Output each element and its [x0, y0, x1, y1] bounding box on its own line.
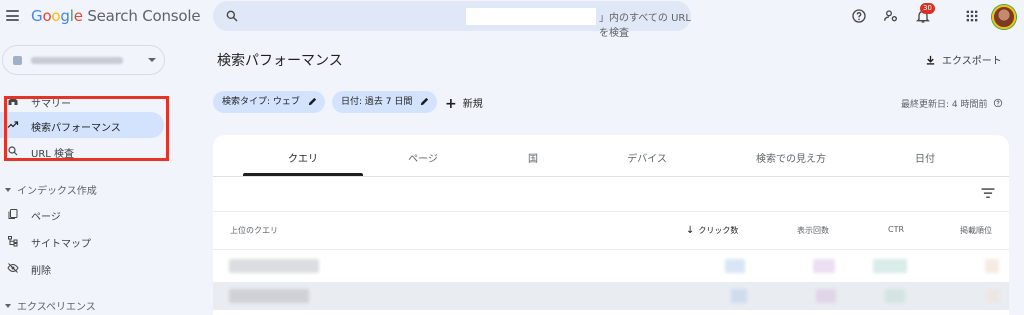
search-icon — [226, 10, 238, 22]
tab-dates[interactable]: 日付 — [865, 150, 985, 165]
column-header-ctr[interactable]: CTR — [888, 225, 904, 234]
table-row[interactable] — [213, 252, 1009, 280]
help-icon[interactable] — [993, 98, 1003, 108]
plus-icon: + — [445, 96, 457, 112]
position-cell-redacted — [987, 289, 999, 303]
product-name: Search Console — [87, 7, 201, 25]
tab-queries[interactable]: クエリ — [243, 150, 363, 165]
impressions-cell-redacted — [816, 289, 836, 303]
tab-search-appearance[interactable]: 検索での見え方 — [731, 150, 851, 165]
sidebar-item-pages[interactable]: ページ — [0, 201, 164, 227]
property-favicon — [13, 56, 22, 65]
add-filter-button[interactable]: + 新規 — [445, 95, 483, 112]
download-icon — [926, 55, 935, 65]
column-header-impressions[interactable]: 表示回数 — [797, 225, 829, 236]
export-button[interactable]: エクスポート — [925, 52, 1002, 67]
notification-badge: 30 — [920, 3, 935, 14]
apps-icon[interactable] — [964, 8, 980, 24]
filter-rows-icon[interactable] — [981, 187, 995, 199]
caret-down-icon — [5, 188, 11, 192]
arrow-down-icon: ↓ — [686, 225, 695, 236]
query-cell-redacted — [229, 289, 309, 303]
impressions-cell-redacted — [813, 259, 835, 273]
pages-icon — [8, 209, 18, 219]
query-cell-redacted — [229, 259, 319, 273]
property-selector[interactable] — [2, 45, 165, 75]
filter-chip-search-type[interactable]: 検索タイプ: ウェブ — [213, 91, 325, 113]
property-name-redacted — [31, 57, 123, 64]
column-header-clicks[interactable]: ↓ クリック数 — [686, 225, 738, 236]
divider — [213, 249, 1009, 250]
divider — [213, 176, 1009, 177]
sidebar-section-index[interactable]: インデックス作成 — [5, 182, 97, 197]
clicks-cell-redacted — [725, 259, 745, 273]
visibility-off-icon — [7, 263, 19, 273]
sidebar-item-removals[interactable]: 削除 — [0, 255, 164, 281]
report-card: クエリ ページ 国 デバイス 検索での見え方 日付 上位のクエリ ↓ クリック数 … — [213, 135, 1009, 315]
search-input-redacted[interactable] — [466, 8, 596, 25]
menu-icon[interactable] — [6, 10, 19, 21]
annotation-highlight-box — [4, 96, 169, 161]
edit-icon[interactable] — [419, 96, 430, 107]
table-row[interactable] — [213, 282, 1009, 310]
chevron-down-icon — [148, 58, 156, 62]
edit-icon[interactable] — [307, 96, 318, 107]
sidebar-section-experience[interactable]: エクスペリエンス — [5, 298, 96, 313]
help-icon[interactable] — [851, 8, 867, 24]
caret-down-icon — [5, 304, 11, 308]
column-header-query[interactable]: 上位のクエリ — [230, 225, 278, 236]
ctr-cell-redacted — [885, 289, 905, 303]
top-bar: Google Search Console 」内のすべての URL を検査 30 — [0, 0, 1024, 39]
tab-pages[interactable]: ページ — [363, 150, 483, 165]
manage-account-icon[interactable] — [883, 8, 899, 24]
search-placeholder: 」内のすべての URL を検査 — [599, 13, 691, 39]
ctr-cell-redacted — [873, 259, 907, 273]
position-cell-redacted — [985, 259, 999, 273]
clicks-cell-redacted — [731, 289, 747, 303]
url-inspect-search-bar[interactable]: 」内のすべての URL を検査 — [213, 1, 691, 39]
last-updated: 最終更新日: 4 時間前 — [901, 97, 1003, 110]
column-header-position[interactable]: 掲載順位 — [960, 225, 992, 236]
sidebar-item-sitemaps[interactable]: サイトマップ — [0, 228, 164, 254]
divider — [213, 211, 1009, 212]
filter-chip-date[interactable]: 日付: 過去 7 日間 — [332, 91, 437, 113]
page-title: 検索パフォーマンス — [217, 53, 343, 69]
tab-devices[interactable]: デバイス — [587, 150, 707, 165]
app-logo[interactable]: Google Search Console — [31, 7, 201, 25]
avatar[interactable] — [992, 5, 1016, 29]
tab-countries[interactable]: 国 — [473, 150, 593, 165]
sitemap-icon — [8, 236, 18, 247]
